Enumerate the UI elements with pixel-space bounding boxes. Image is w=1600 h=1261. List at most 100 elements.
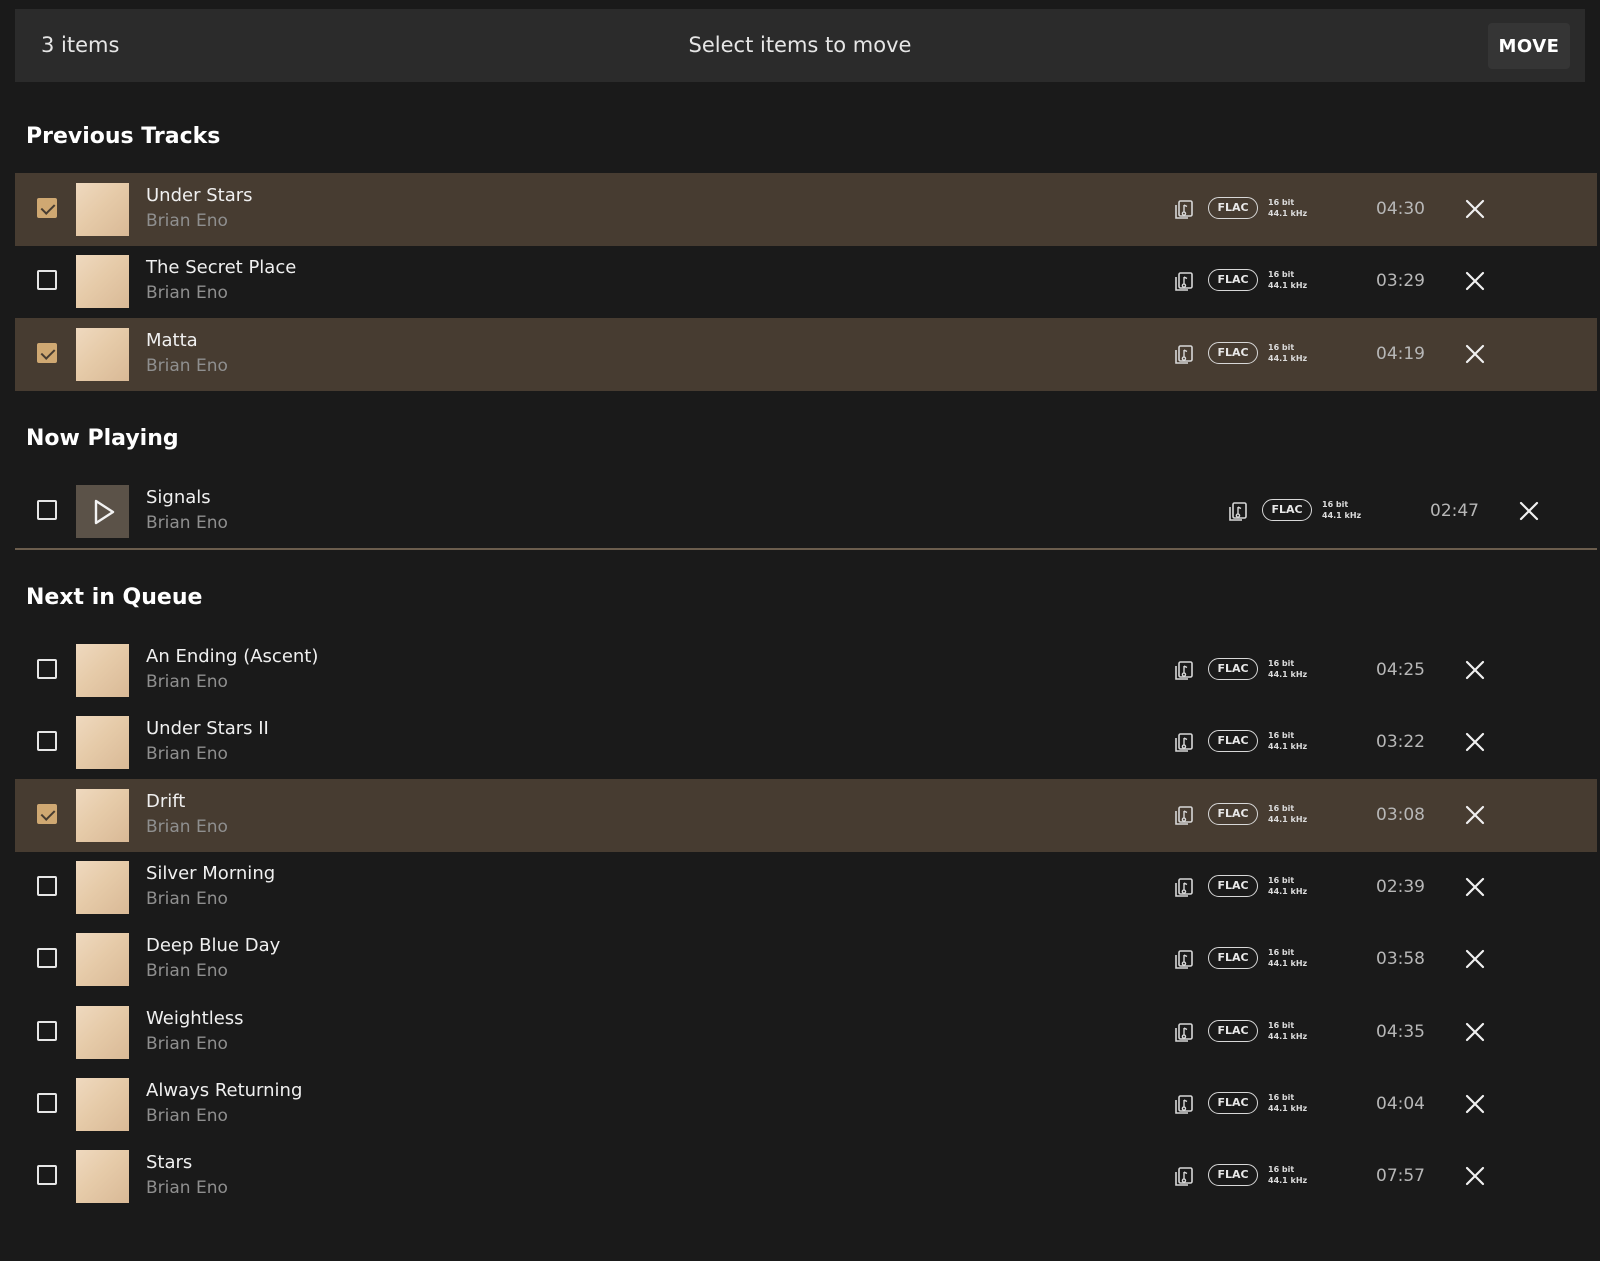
remove-track-icon[interactable]: [1464, 804, 1486, 826]
copy-icon[interactable]: [1173, 344, 1195, 366]
track-checkbox[interactable]: [37, 731, 57, 751]
copy-icon[interactable]: [1173, 732, 1195, 754]
remove-track-icon[interactable]: [1518, 500, 1540, 522]
audio-spec: 16 bit 44.1 kHz: [1268, 730, 1307, 752]
bit-depth: 16 bit: [1268, 1093, 1295, 1102]
remove-track-icon[interactable]: [1464, 1021, 1486, 1043]
remove-track-icon[interactable]: [1464, 198, 1486, 220]
track-duration: 03:58: [1376, 949, 1425, 969]
track-checkbox[interactable]: [37, 500, 57, 520]
copy-icon[interactable]: [1173, 1094, 1195, 1116]
selection-header: 3 items Select items to move MOVE: [15, 9, 1585, 82]
sample-rate: 44.1 kHz: [1268, 742, 1308, 751]
format-badge: FLAC: [1208, 269, 1258, 291]
track-title: Deep Blue Day: [146, 935, 281, 956]
audio-spec: 16 bit 44.1 kHz: [1268, 875, 1307, 897]
audio-spec: 16 bit 44.1 kHz: [1268, 269, 1307, 291]
copy-icon[interactable]: [1173, 199, 1195, 221]
track-row[interactable]: Under Stars Brian Eno FLAC 16 bit 44.1 kHz 04…: [15, 173, 1597, 246]
format-badge: FLAC: [1208, 658, 1258, 680]
track-checkbox[interactable]: [37, 198, 57, 218]
track-row[interactable]: The Secret Place Brian Eno FLAC 16 bit 44.1 …: [15, 245, 1597, 318]
track-checkbox[interactable]: [37, 948, 57, 968]
track-row[interactable]: An Ending (Ascent) Brian Eno FLAC 16 bit 44.…: [15, 634, 1597, 707]
track-checkbox[interactable]: [37, 343, 57, 363]
track-artist: Brian Eno: [146, 672, 228, 692]
album-art: [76, 1078, 129, 1131]
track-duration: 04:30: [1376, 199, 1425, 219]
sample-rate: 44.1 kHz: [1322, 511, 1362, 520]
track-row[interactable]: Stars Brian Eno FLAC 16 bit 44.1 kHz 07:57: [15, 1140, 1597, 1213]
album-art: [76, 716, 129, 769]
sample-rate: 44.1 kHz: [1268, 354, 1308, 363]
copy-icon[interactable]: [1173, 877, 1195, 899]
track-checkbox[interactable]: [37, 876, 57, 896]
track-checkbox[interactable]: [37, 1093, 57, 1113]
move-button[interactable]: MOVE: [1488, 23, 1570, 69]
track-title: Matta: [146, 330, 198, 351]
track-row[interactable]: Weightless Brian Eno FLAC 16 bit 44.1 kHz 04:…: [15, 996, 1597, 1069]
copy-icon[interactable]: [1173, 805, 1195, 827]
copy-icon[interactable]: [1173, 1166, 1195, 1188]
now-playing-row[interactable]: Signals Brian Eno FLAC 16 bit 44.1 kHz 02:47: [15, 475, 1597, 550]
album-art: [76, 328, 129, 381]
track-checkbox[interactable]: [37, 804, 57, 824]
copy-icon[interactable]: [1173, 271, 1195, 293]
track-checkbox[interactable]: [37, 1021, 57, 1041]
copy-icon[interactable]: [1173, 949, 1195, 971]
track-title: Silver Morning: [146, 863, 276, 884]
track-checkbox[interactable]: [37, 1165, 57, 1185]
track-title: An Ending (Ascent): [146, 646, 319, 667]
track-duration: 07:57: [1376, 1166, 1425, 1186]
track-title: Stars: [146, 1152, 193, 1173]
bit-depth: 16 bit: [1268, 1021, 1295, 1030]
track-artist: Brian Eno: [146, 1034, 228, 1054]
sample-rate: 44.1 kHz: [1268, 815, 1308, 824]
sample-rate: 44.1 kHz: [1268, 959, 1308, 968]
track-duration: 04:35: [1376, 1022, 1425, 1042]
album-art: [76, 789, 129, 842]
audio-spec: 16 bit 44.1 kHz: [1268, 1164, 1307, 1186]
remove-track-icon[interactable]: [1464, 731, 1486, 753]
sample-rate: 44.1 kHz: [1268, 209, 1308, 218]
album-art: [76, 255, 129, 308]
remove-track-icon[interactable]: [1464, 343, 1486, 365]
copy-icon[interactable]: [1173, 660, 1195, 682]
remove-track-icon[interactable]: [1464, 659, 1486, 681]
copy-icon[interactable]: [1227, 501, 1249, 523]
format-badge: FLAC: [1208, 1164, 1258, 1186]
track-row[interactable]: Deep Blue Day Brian Eno FLAC 16 bit 44.1 kHz…: [15, 923, 1597, 996]
track-row[interactable]: Matta Brian Eno FLAC 16 bit 44.1 kHz 04:19: [15, 318, 1597, 391]
audio-spec: 16 bit 44.1 kHz: [1268, 658, 1307, 680]
bit-depth: 16 bit: [1268, 270, 1295, 279]
sample-rate: 44.1 kHz: [1268, 1176, 1308, 1185]
track-row[interactable]: Silver Morning Brian Eno FLAC 16 bit 44.1 kH…: [15, 851, 1597, 924]
album-art: [76, 644, 129, 697]
track-duration: 04:19: [1376, 344, 1425, 364]
album-art: [76, 1150, 129, 1203]
copy-icon[interactable]: [1173, 1022, 1195, 1044]
remove-track-icon[interactable]: [1464, 876, 1486, 898]
track-row[interactable]: Under Stars II Brian Eno FLAC 16 bit 44.1 kH…: [15, 706, 1597, 779]
remove-track-icon[interactable]: [1464, 948, 1486, 970]
track-row[interactable]: Always Returning Brian Eno FLAC 16 bit 44.1 …: [15, 1068, 1597, 1141]
format-badge: FLAC: [1208, 803, 1258, 825]
track-checkbox[interactable]: [37, 659, 57, 679]
remove-track-icon[interactable]: [1464, 1165, 1486, 1187]
play-icon[interactable]: [76, 485, 129, 538]
audio-spec: 16 bit 44.1 kHz: [1268, 803, 1307, 825]
track-artist: Brian Eno: [146, 513, 228, 533]
format-badge: FLAC: [1208, 197, 1258, 219]
remove-track-icon[interactable]: [1464, 270, 1486, 292]
track-title: Under Stars: [146, 185, 253, 206]
sample-rate: 44.1 kHz: [1268, 1104, 1308, 1113]
track-row[interactable]: Drift Brian Eno FLAC 16 bit 44.1 kHz 03:08: [15, 779, 1597, 852]
remove-track-icon[interactable]: [1464, 1093, 1486, 1115]
album-art: [76, 183, 129, 236]
bit-depth: 16 bit: [1268, 198, 1295, 207]
audio-spec: 16 bit 44.1 kHz: [1268, 342, 1307, 364]
track-artist: Brian Eno: [146, 356, 228, 376]
format-badge: FLAC: [1208, 1092, 1258, 1114]
track-checkbox[interactable]: [37, 270, 57, 290]
bit-depth: 16 bit: [1268, 343, 1295, 352]
